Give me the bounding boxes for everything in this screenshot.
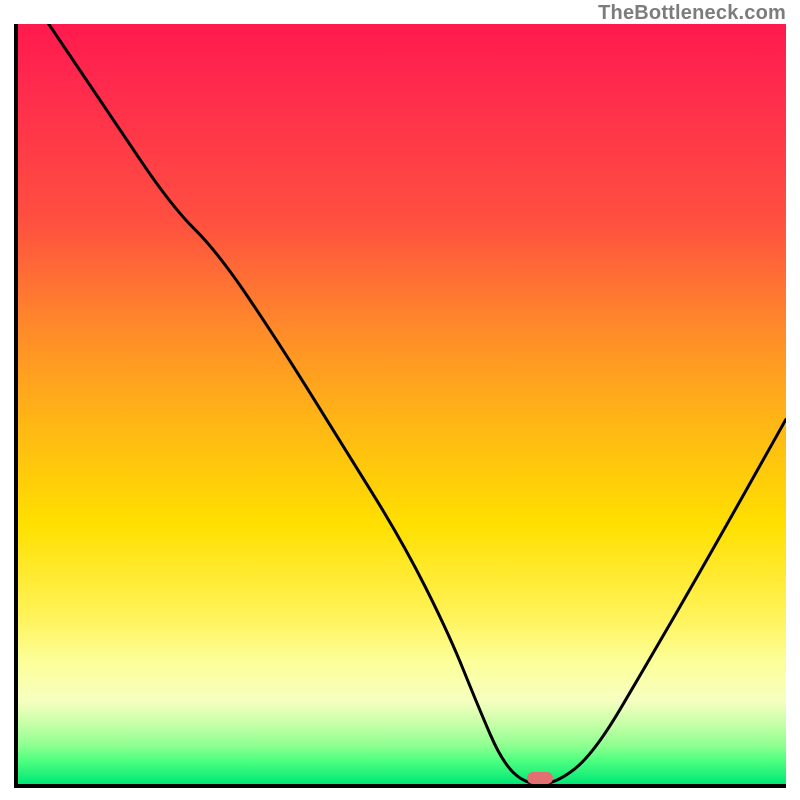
plot-area [14, 24, 786, 788]
watermark-text: TheBottleneck.com [598, 2, 786, 25]
bottleneck-curve [18, 24, 786, 784]
optimal-marker [527, 772, 553, 784]
